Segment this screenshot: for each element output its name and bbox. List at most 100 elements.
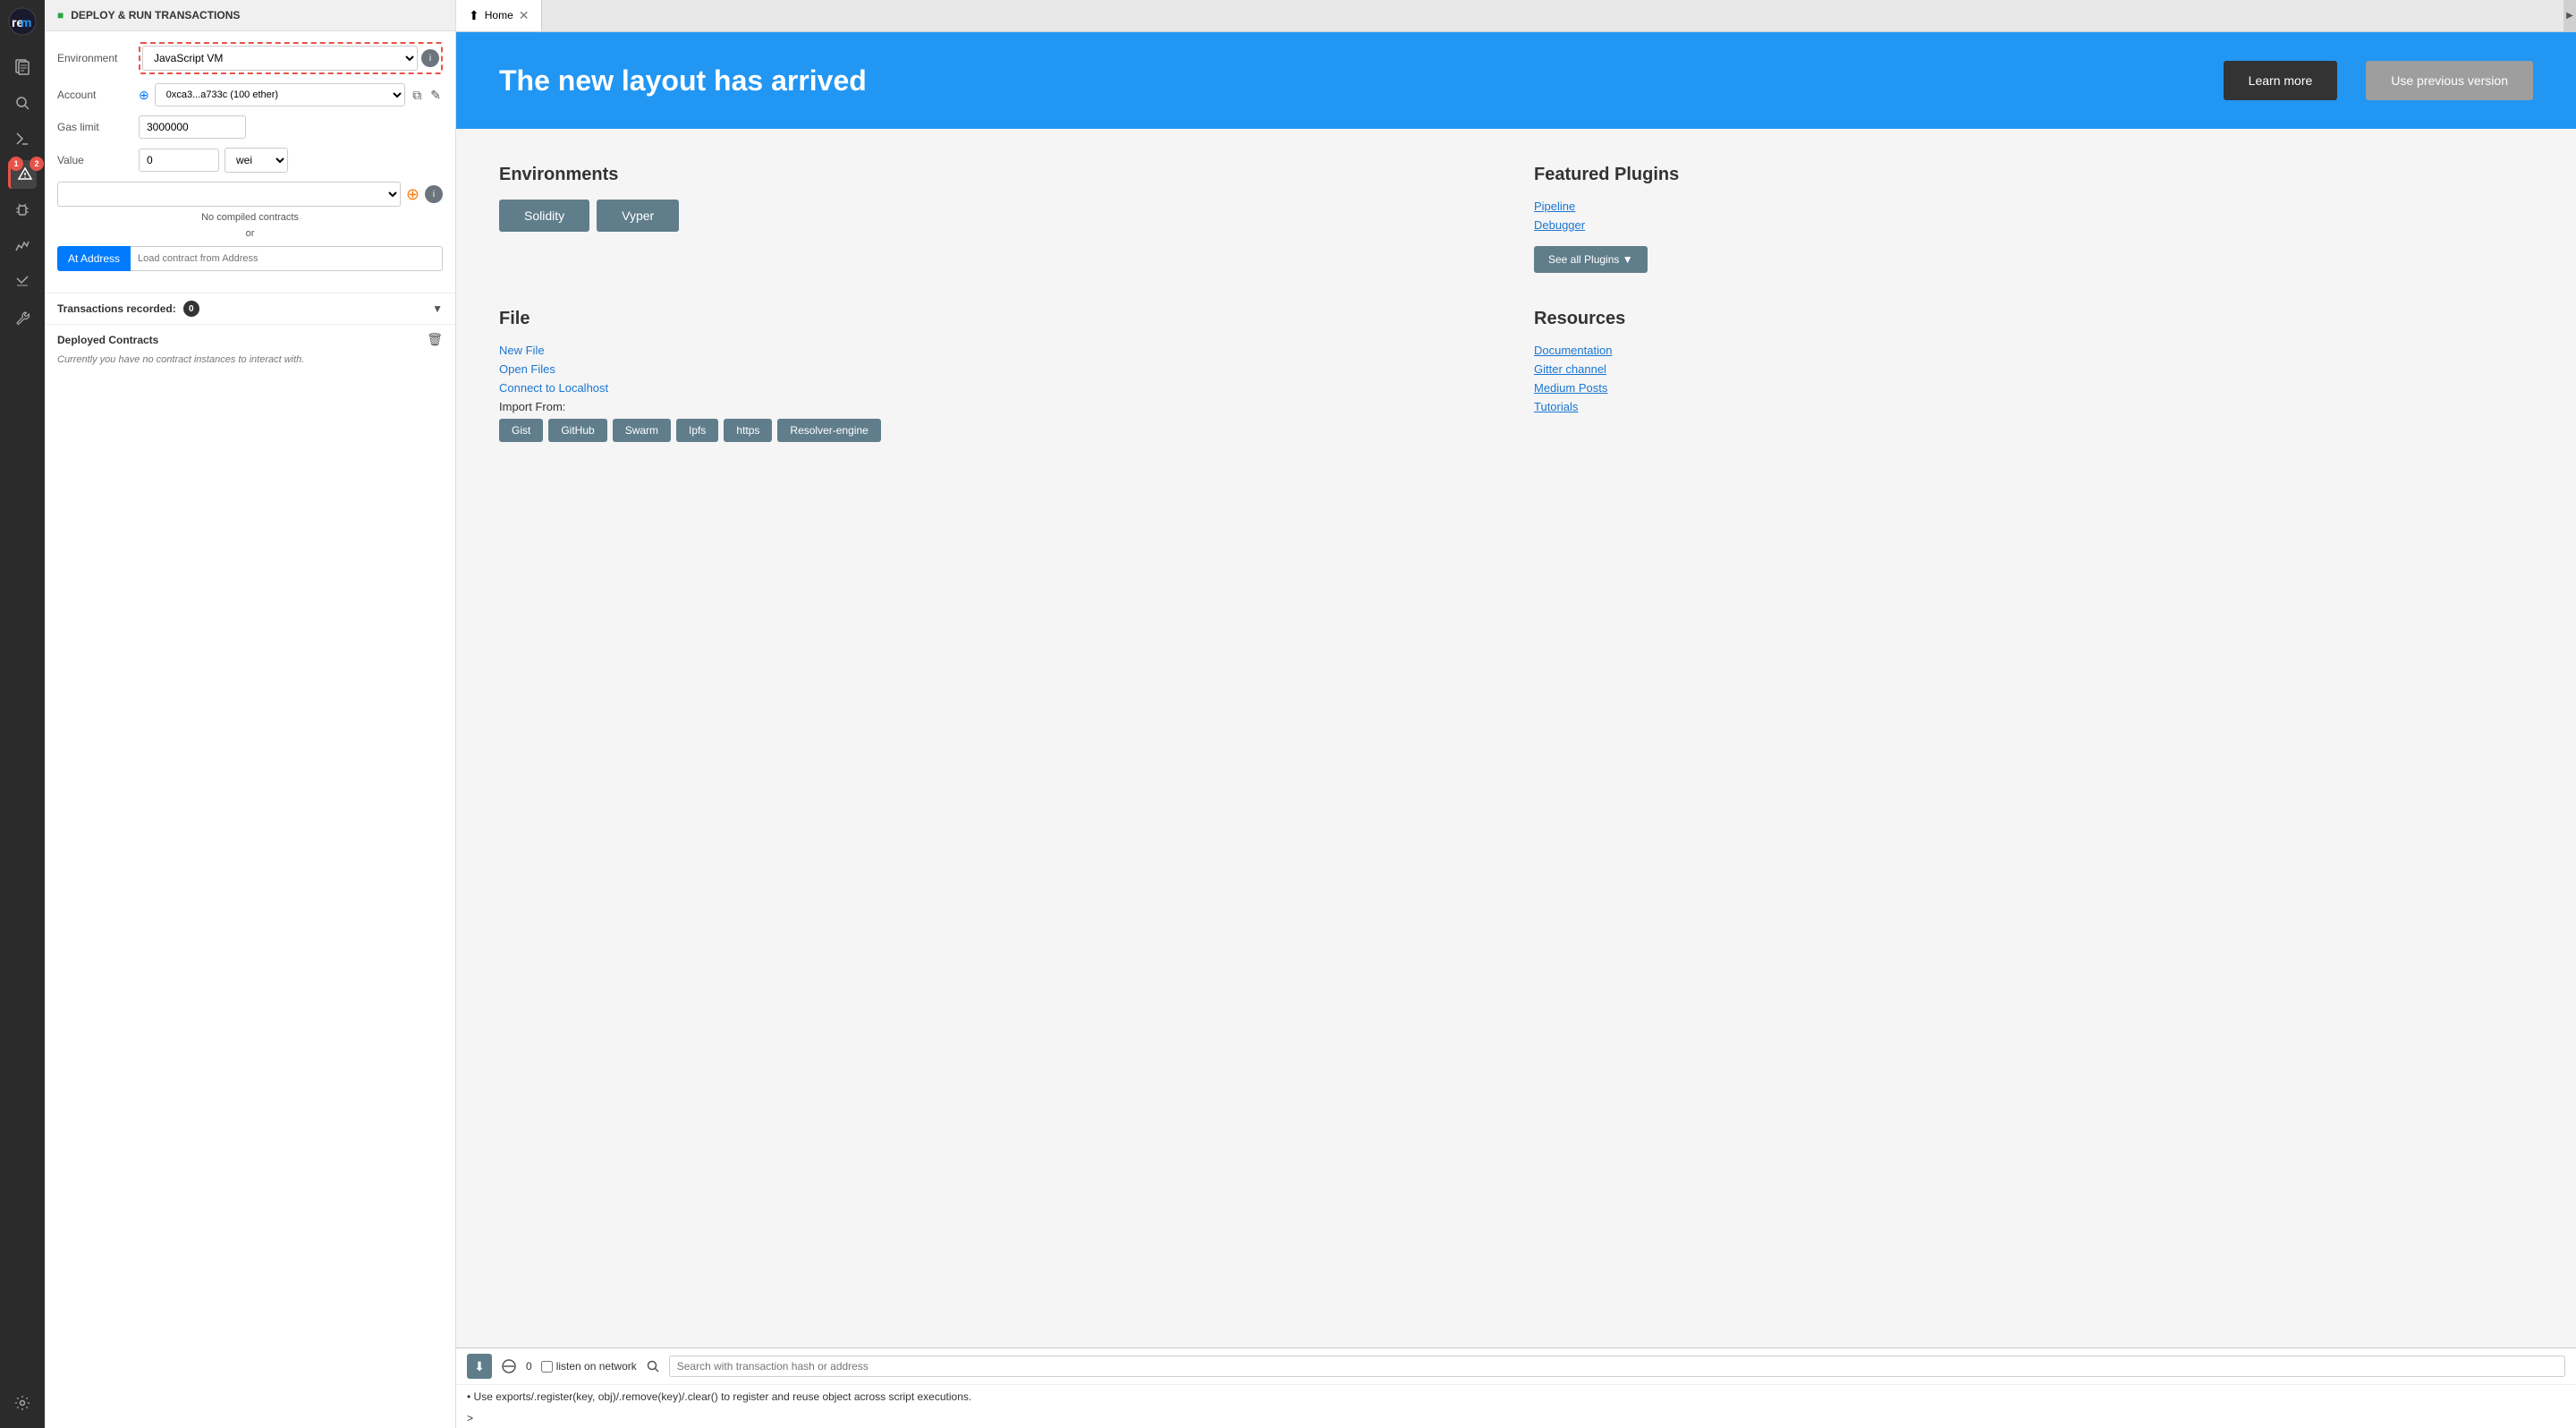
gas-limit-row: Gas limit	[57, 115, 443, 139]
console-log: • Use exports/.register(key, obj)/.remov…	[456, 1385, 2576, 1408]
plugins-list: Pipeline Debugger	[1534, 200, 2533, 232]
contract-row: ⊕ i	[57, 182, 443, 207]
file-section-title: File	[499, 309, 1498, 329]
deployed-header: Deployed Contracts 🗑	[57, 332, 443, 347]
home-tab[interactable]: ⬆ Home ✕	[456, 0, 542, 31]
transactions-count-badge: 0	[183, 301, 199, 317]
unit-select[interactable]: wei gwei finney ether	[225, 148, 288, 173]
badge-1: 1	[9, 157, 23, 171]
resources-title: Resources	[1534, 309, 2533, 329]
ipfs-button[interactable]: Ipfs	[676, 419, 718, 442]
testing-nav-icon[interactable]	[8, 268, 37, 296]
panel-body: Environment JavaScript VM Injected Web3 …	[45, 31, 455, 293]
environments-section: Environments Solidity Vyper	[499, 165, 1498, 273]
transactions-header-left: Transactions recorded: 0	[57, 301, 199, 317]
copy-address-icon[interactable]: ⧉	[411, 86, 423, 105]
github-button[interactable]: GitHub	[548, 419, 606, 442]
wrench-nav-icon[interactable]	[8, 303, 37, 332]
panel-title: ■ DEPLOY & RUN TRANSACTIONS	[45, 0, 455, 31]
search-bar	[669, 1356, 2565, 1377]
search-nav-icon[interactable]	[8, 89, 37, 117]
import-buttons: Gist GitHub Swarm Ipfs https Resolver-en…	[499, 419, 1498, 442]
gist-button[interactable]: Gist	[499, 419, 543, 442]
contract-select[interactable]	[57, 182, 401, 207]
deploy-plus-icon[interactable]: ⊕	[406, 185, 419, 204]
console-prompt[interactable]: >	[456, 1408, 2576, 1428]
file-section: File New File Open Files Connect to Loca…	[499, 309, 1498, 442]
listen-network-label[interactable]: listen on network	[541, 1360, 637, 1373]
use-previous-version-button[interactable]: Use previous version	[2366, 61, 2533, 100]
resources-section: Resources Documentation Gitter channel M…	[1534, 309, 2533, 442]
medium-link[interactable]: Medium Posts	[1534, 381, 2533, 395]
transactions-header[interactable]: Transactions recorded: 0 ▼	[57, 301, 443, 317]
listen-network-checkbox[interactable]	[541, 1361, 553, 1373]
gitter-link[interactable]: Gitter channel	[1534, 362, 2533, 376]
see-all-plugins-button[interactable]: See all Plugins ▼	[1534, 246, 1648, 273]
transactions-label: Transactions recorded:	[57, 302, 176, 315]
env-select-wrapper: JavaScript VM Injected Web3 Web3 Provide…	[139, 42, 443, 74]
resources-list: Documentation Gitter channel Medium Post…	[1534, 344, 2533, 413]
gas-limit-label: Gas limit	[57, 121, 133, 133]
tutorials-link[interactable]: Tutorials	[1534, 400, 2533, 413]
environment-label: Environment	[57, 52, 133, 64]
account-row: Account ⊕ 0xca3...a733c (100 ether) ⧉ ✎	[57, 83, 443, 106]
environment-select[interactable]: JavaScript VM Injected Web3 Web3 Provide…	[142, 46, 418, 71]
solidity-button[interactable]: Solidity	[499, 200, 589, 232]
deployed-section: Deployed Contracts 🗑 Currently you have …	[45, 324, 455, 372]
file-links: New File Open Files Connect to Localhost	[499, 344, 1498, 395]
open-files-link[interactable]: Open Files	[499, 362, 1498, 376]
value-input[interactable]	[139, 149, 219, 172]
compile-nav-icon[interactable]	[8, 124, 37, 153]
learn-more-button[interactable]: Learn more	[2224, 61, 2338, 100]
environment-row: Environment JavaScript VM Injected Web3 …	[57, 42, 443, 74]
panel-title-text: DEPLOY & RUN TRANSACTIONS	[71, 9, 240, 21]
new-file-link[interactable]: New File	[499, 344, 1498, 357]
environments-section-title: Environments	[499, 165, 1498, 185]
import-label: Import From:	[499, 400, 1498, 413]
at-address-button[interactable]: At Address	[57, 246, 131, 271]
left-panel: ■ DEPLOY & RUN TRANSACTIONS Environment …	[45, 0, 456, 1428]
banner-title: The new layout has arrived	[499, 64, 2195, 98]
files-nav-icon[interactable]	[8, 53, 37, 81]
swarm-button[interactable]: Swarm	[613, 419, 671, 442]
trash-icon[interactable]: 🗑	[427, 332, 443, 347]
deploy-nav-icon[interactable]: 1 2	[8, 160, 37, 189]
home-tab-label: Home	[485, 9, 513, 21]
console-log-text: Use exports/.register(key, obj)/.remove(…	[474, 1390, 972, 1403]
console-search-icon[interactable]	[646, 1359, 660, 1373]
settings-nav-icon[interactable]	[8, 1389, 37, 1417]
gas-limit-input[interactable]	[139, 115, 246, 139]
https-button[interactable]: https	[724, 419, 772, 442]
home-tab-icon: ⬆	[469, 8, 479, 23]
resolver-engine-button[interactable]: Resolver-engine	[777, 419, 880, 442]
edit-account-icon[interactable]: ✎	[428, 86, 443, 105]
console-arrow-button[interactable]: ⬇	[467, 1354, 492, 1379]
contract-info-button[interactable]: i	[425, 185, 443, 203]
documentation-link[interactable]: Documentation	[1534, 344, 2533, 357]
value-row: Value wei gwei finney ether	[57, 148, 443, 173]
search-input[interactable]	[677, 1360, 2557, 1373]
account-select[interactable]: 0xca3...a733c (100 ether)	[155, 83, 406, 106]
vyper-button[interactable]: Vyper	[597, 200, 679, 232]
console-no-entry-icon[interactable]	[501, 1358, 517, 1374]
home-tab-close-icon[interactable]: ✕	[519, 8, 530, 23]
pipeline-plugin-link[interactable]: Pipeline	[1534, 200, 2533, 213]
debugger-plugin-link[interactable]: Debugger	[1534, 218, 2533, 232]
panel-title-icon: ■	[57, 9, 64, 21]
deployed-title: Deployed Contracts	[57, 334, 158, 346]
at-address-input[interactable]	[131, 246, 443, 271]
console-prompt-symbol: >	[467, 1412, 473, 1424]
no-compiled-text: No compiled contracts	[57, 212, 443, 223]
or-text: or	[57, 228, 443, 239]
env-info-button[interactable]: i	[421, 49, 439, 67]
connect-localhost-link[interactable]: Connect to Localhost	[499, 381, 1498, 395]
svg-text:m: m	[21, 15, 31, 30]
console-toolbar: ⬇ 0 listen on network	[456, 1348, 2576, 1385]
transactions-section: Transactions recorded: 0 ▼	[45, 293, 455, 324]
analysis-nav-icon[interactable]	[8, 232, 37, 260]
tab-scroll-right[interactable]: ▶	[2563, 0, 2576, 31]
tab-bar: ⬆ Home ✕ ▶	[456, 0, 2576, 32]
debug-nav-icon[interactable]	[8, 196, 37, 225]
home-content: The new layout has arrived Learn more Us…	[456, 32, 2576, 1347]
account-plus-icon[interactable]: ⊕	[139, 88, 149, 103]
